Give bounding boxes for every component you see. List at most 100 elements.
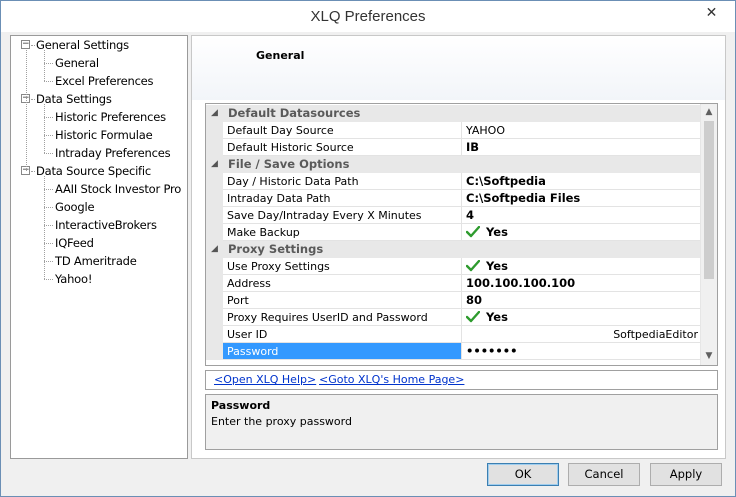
property-name[interactable]: Save Day/Intraday Every X Minutes [223,207,462,224]
tree-item-label: IQFeed [55,236,94,250]
open-help-link[interactable]: <Open XLQ Help> [214,371,316,389]
tree-item-label: Data Settings [36,92,112,106]
tree-connector [44,243,53,244]
grid-property-row[interactable]: Intraday Data Path C:\Softpedia Files [206,190,701,207]
category-label: File / Save Options [228,157,350,171]
property-name[interactable]: User ID [223,326,462,343]
ok-button[interactable]: OK [487,463,559,486]
property-name[interactable]: Day / Historic Data Path [223,173,462,190]
tree-item[interactable]: Google [55,198,95,216]
grid-property-row[interactable]: Address 100.100.100.100 [206,275,701,292]
grid-property-row[interactable]: Day / Historic Data Path C:\Softpedia [206,173,701,190]
property-value[interactable]: 80 [462,292,701,309]
apply-button[interactable]: Apply [650,463,722,486]
tree-item[interactable]: Yahoo! [55,270,92,288]
tree-item[interactable]: Intraday Preferences [55,144,171,162]
tree-group[interactable]: General Settings [36,36,129,54]
description-box: Password Enter the proxy password [205,394,718,450]
row-margin [206,190,223,207]
expand-toggle-icon[interactable]: ◢ [211,243,218,256]
property-name[interactable]: Address [223,275,462,292]
property-value[interactable]: C:\Softpedia Files [462,190,701,207]
row-margin [206,343,223,360]
grid-property-row[interactable]: Use Proxy Settings Yes [206,258,701,275]
tree-connector [44,225,53,226]
tree-item-label: AAII Stock Investor Pro [55,182,182,196]
property-name[interactable]: Make Backup [223,224,462,241]
tree-connector [44,261,53,262]
property-value[interactable]: Yes [462,258,701,275]
property-value-text: ••••••• [466,344,518,358]
settings-panel: General ◢ Default Datasources Default Day … [191,35,726,459]
row-margin [206,139,223,156]
tree-item-label: Google [55,200,95,214]
grid-property-row[interactable]: Proxy Requires UserID and Password Yes [206,309,701,326]
tree-item[interactable]: AAII Stock Investor Pro [55,180,181,198]
property-name[interactable]: Password [223,343,462,360]
property-value[interactable]: 4 [462,207,701,224]
grid-property-row[interactable]: User ID SoftpediaEditor [206,326,701,343]
grid-category[interactable]: ◢ File / Save Options [206,156,701,173]
property-value[interactable]: IB [462,139,701,156]
panel-header: General [192,36,725,100]
property-name[interactable]: Default Historic Source [223,139,462,156]
scroll-down-icon[interactable]: ▼ [701,348,717,365]
property-value[interactable]: C:\Softpedia [462,173,701,190]
grid-property-row[interactable]: Password ••••••• [206,343,701,360]
scroll-up-icon[interactable]: ▲ [701,104,717,121]
tree-item[interactable]: TD Ameritrade [55,252,137,270]
property-value[interactable]: Yes [462,309,701,326]
close-button[interactable]: ✕ [695,2,728,24]
tree-connector [31,99,35,100]
property-name[interactable]: Default Day Source [223,122,462,139]
grid-property-row[interactable]: Save Day/Intraday Every X Minutes 4 [206,207,701,224]
preferences-window: XLQ Preferences ✕ General Settings − Gener… [0,0,736,497]
grid-scrollbar[interactable]: ▲ ▼ [700,104,717,365]
expand-toggle-icon[interactable]: ◢ [211,107,218,120]
tree-item[interactable]: InteractiveBrokers [55,216,157,234]
home-page-link[interactable]: <Goto XLQ's Home Page> [319,371,464,389]
property-name[interactable]: Use Proxy Settings [223,258,462,275]
description-text: Enter the proxy password [211,415,352,428]
property-value[interactable]: Yes [462,224,701,241]
property-value-text: C:\Softpedia [466,174,546,188]
tree-item[interactable]: Historic Preferences [55,108,166,126]
window-title: XLQ Preferences [310,8,426,25]
property-name[interactable]: Port [223,292,462,309]
tree-connector [44,279,53,280]
grid-property-row[interactable]: Default Day Source YAHOO [206,122,701,139]
tree-group[interactable]: Data Settings [36,90,112,108]
tree-item-label: Intraday Preferences [55,146,171,160]
property-value[interactable]: ••••••• [462,343,701,360]
row-margin [206,275,223,292]
tree-item[interactable]: Historic Formulae [55,126,153,144]
collapse-icon[interactable]: − [21,40,30,49]
tree-connector [44,63,53,64]
tree-item[interactable]: IQFeed [55,234,94,252]
row-margin [206,207,223,224]
tree-group[interactable]: Data Source Specific [36,162,151,180]
property-name[interactable]: Proxy Requires UserID and Password [223,309,462,326]
grid-category[interactable]: ◢ Proxy Settings [206,241,701,258]
grid-property-row[interactable]: Make Backup Yes [206,224,701,241]
cancel-button[interactable]: Cancel [568,463,640,486]
row-margin [206,292,223,309]
property-value[interactable]: SoftpediaEditor [462,326,701,343]
tree-item[interactable]: Excel Preferences [55,72,154,90]
grid-category[interactable]: ◢ Default Datasources [206,105,701,122]
property-name[interactable]: Intraday Data Path [223,190,462,207]
expand-toggle-icon[interactable]: ◢ [211,158,218,171]
tree-connector [31,171,35,172]
tree-connector [44,176,45,279]
row-margin [206,326,223,343]
grid-property-row[interactable]: Default Historic Source IB [206,139,701,156]
tree-item-label: TD Ameritrade [55,254,137,268]
tree-item[interactable]: General [55,54,99,72]
grid-property-row[interactable]: Port 80 [206,292,701,309]
tree-connector [44,104,45,153]
scroll-thumb[interactable] [704,121,714,279]
tree-connector [44,135,53,136]
tree-item-label: Excel Preferences [55,74,154,88]
property-value[interactable]: YAHOO [462,122,701,139]
property-value[interactable]: 100.100.100.100 [462,275,701,292]
